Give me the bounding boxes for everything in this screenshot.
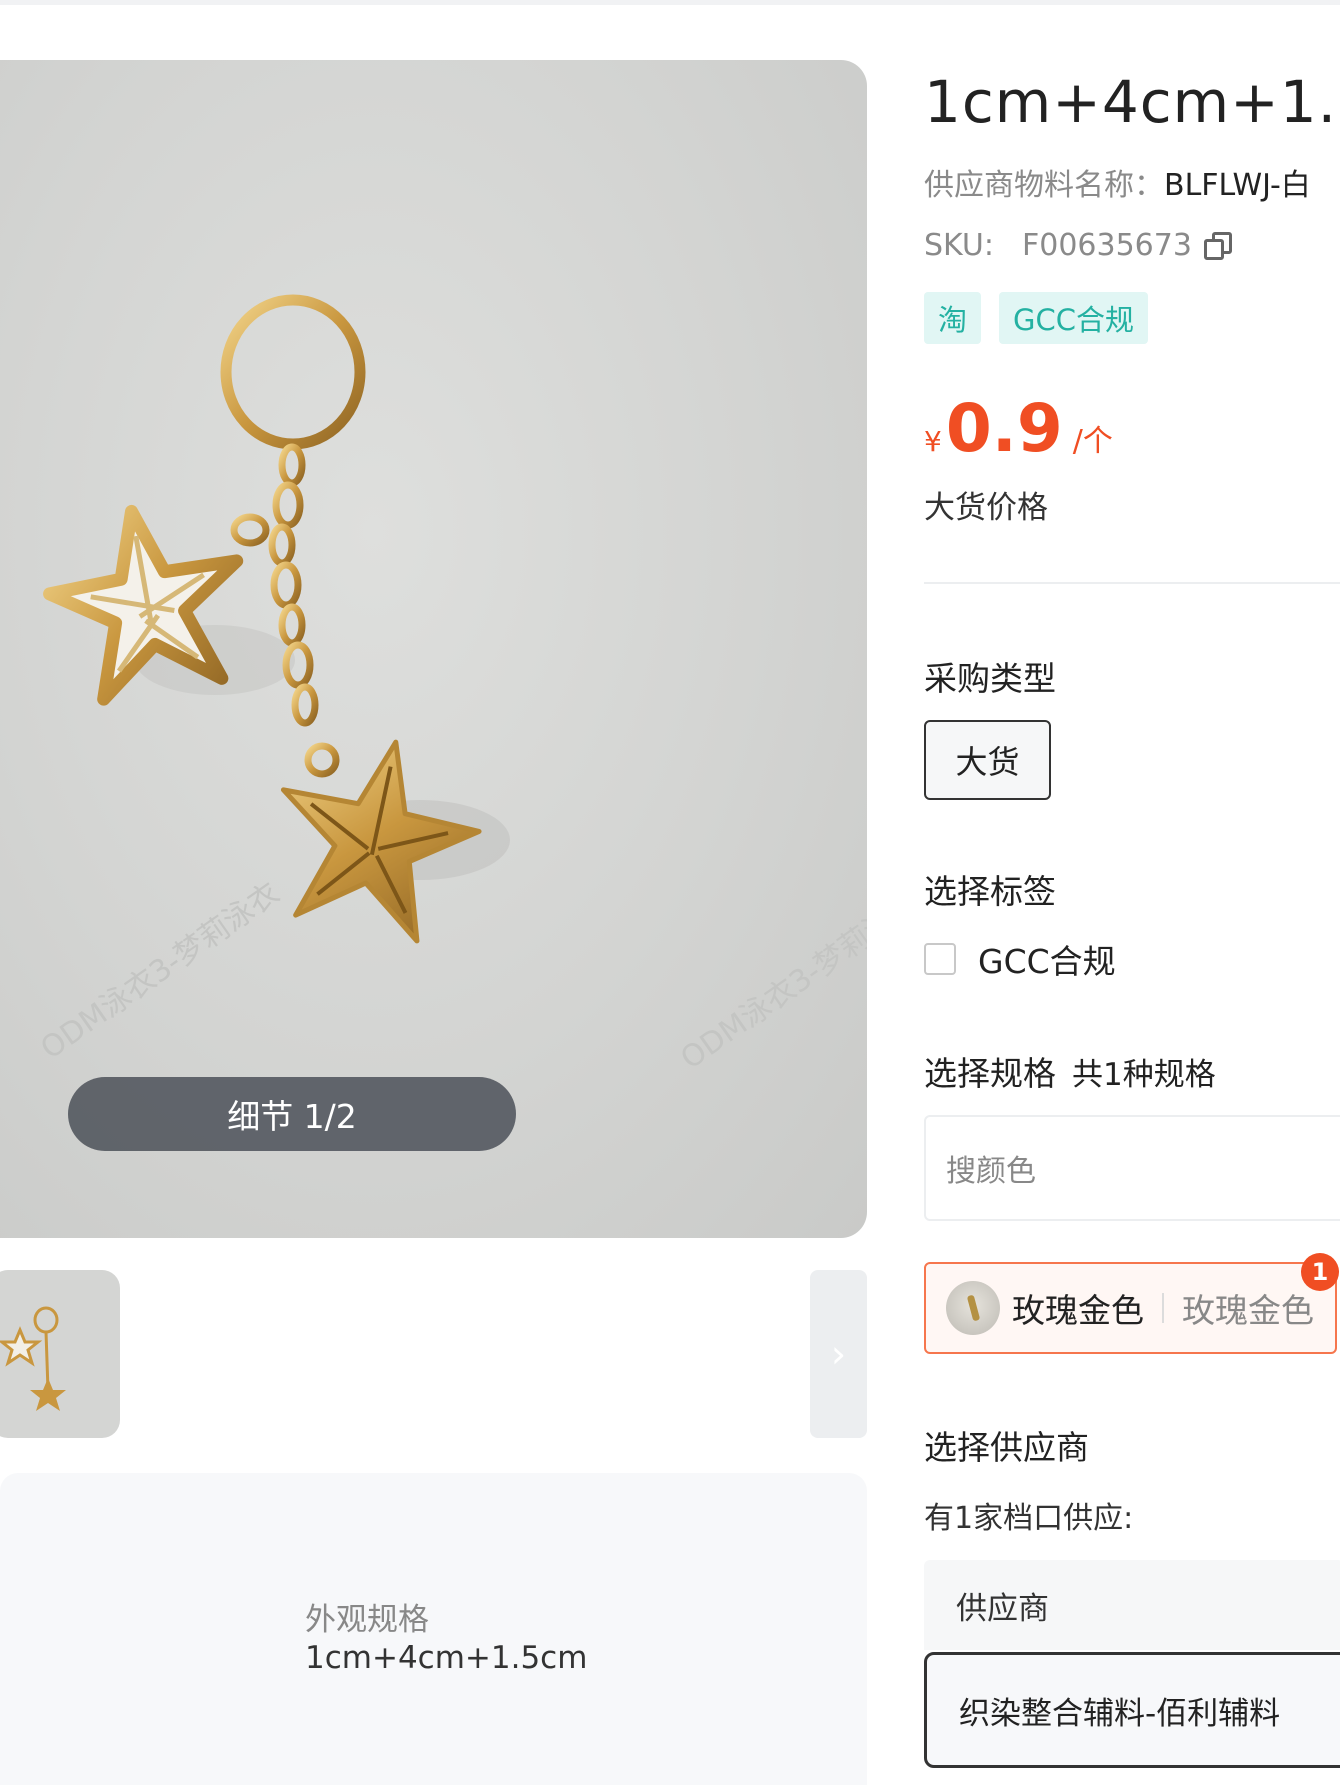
supplier-material-value: BLFLWJ-白 — [1164, 168, 1311, 203]
supplier-option-row[interactable]: 织染整合辅料-佰利辅料 — [924, 1652, 1340, 1768]
gcc-checkbox-row[interactable]: GCC合规 — [924, 935, 1116, 983]
image-counter-pill: 细节 1/2 — [68, 1077, 516, 1151]
variant-rose-gold[interactable]: 玫瑰金色 玫瑰金色 — [924, 1262, 1337, 1354]
variant-name: 玫瑰金色 — [1012, 1291, 1144, 1330]
supplier-material-label: 供应商物料名称： — [924, 168, 1164, 203]
price: ¥ 0.9 /个 — [924, 390, 1113, 467]
color-search-input[interactable]: 搜颜色 — [924, 1115, 1340, 1221]
product-detail-page: ODM泳衣3-梦莉泳衣 ODM泳衣3-梦莉泳衣 细节 1/2 › 外观规格 1c… — [0, 0, 1340, 1785]
tag-taobao: 淘 — [924, 292, 982, 344]
price-value: 0.9 — [945, 390, 1063, 467]
variant-separator — [1162, 1293, 1164, 1323]
image-counter-label: 细节 1/2 — [227, 1097, 357, 1136]
divider — [924, 582, 1340, 584]
price-currency: ¥ — [924, 425, 942, 458]
variant-thumbnail — [946, 1281, 1000, 1335]
tag-gcc-compliant: GCC合规 — [999, 292, 1148, 344]
sku-label: SKU: — [924, 228, 994, 263]
sku-value: F00635673 — [1021, 228, 1192, 263]
spec-label: 外观规格 — [305, 1602, 429, 1638]
gcc-checkbox-label[interactable]: GCC合规 — [978, 935, 1116, 983]
thumbnail-image — [0, 1306, 66, 1411]
starfish-keychain-photo: ODM泳衣3-梦莉泳衣 ODM泳衣3-梦莉泳衣 — [35, 294, 867, 1077]
color-search-placeholder: 搜颜色 — [946, 1154, 1036, 1189]
tag-select-title: 选择标签 — [924, 872, 1056, 911]
top-strip — [0, 0, 1340, 5]
spec-value: 1cm+4cm+1.5cm — [305, 1640, 588, 1676]
supplier-select-title: 选择供应商 — [924, 1428, 1089, 1467]
purchase-type-title: 采购类型 — [924, 659, 1056, 698]
spec-select-title: 选择规格 共1种规格 — [924, 1047, 1216, 1095]
main-product-image[interactable]: ODM泳衣3-梦莉泳衣 ODM泳衣3-梦莉泳衣 — [0, 60, 867, 1238]
watermark-text-1: ODM泳衣3-梦莉泳衣 — [35, 876, 286, 1067]
variant-count-badge: 1 — [1301, 1253, 1339, 1291]
supplier-count-text: 有1家档口供应: — [924, 1501, 1134, 1536]
supplier-material-name: 供应商物料名称：BLFLWJ-白 — [924, 160, 1311, 204]
gcc-checkbox[interactable] — [924, 943, 956, 975]
supplier-column-label: 供应商 — [956, 1590, 1049, 1627]
thumbnail-next-button[interactable]: › — [810, 1270, 867, 1438]
sku-row: SKU: F00635673 — [924, 228, 1232, 263]
spec-count: 共1种规格 — [1072, 1057, 1216, 1093]
supplier-option-name: 织染整合辅料-佰利辅料 — [959, 1695, 1281, 1732]
spec-card — [0, 1473, 867, 1785]
purchase-type-bulk-button[interactable]: 大货 — [924, 720, 1051, 800]
price-unit: /个 — [1072, 424, 1113, 459]
thumbnail-1[interactable] — [0, 1270, 120, 1438]
watermark-text-2: ODM泳衣3-梦莉泳衣 — [675, 886, 867, 1077]
copy-icon[interactable] — [1203, 231, 1232, 260]
purchase-type-bulk-label: 大货 — [955, 743, 1020, 781]
product-tags: 淘 GCC合规 — [924, 292, 1148, 344]
supplier-table-header: 供应商 — [924, 1560, 1340, 1650]
chevron-right-icon: › — [830, 1332, 847, 1376]
price-label: 大货价格 — [924, 490, 1048, 526]
product-title: 1cm+4cm+1.5cm — [924, 68, 1340, 136]
variant-sub-name: 玫瑰金色 — [1182, 1291, 1314, 1330]
spec-select-label: 选择规格 — [924, 1054, 1056, 1093]
